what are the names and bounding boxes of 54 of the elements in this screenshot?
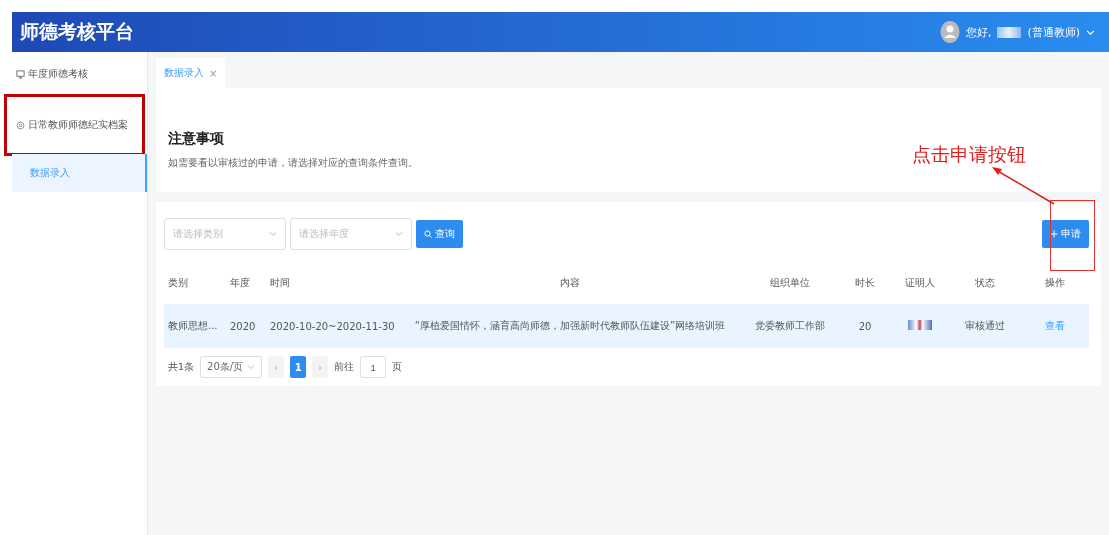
table-cell: 审核通过: [965, 319, 1005, 333]
table-cell: 20: [858, 320, 872, 332]
gear-icon: [16, 120, 25, 130]
table-cell: “厚植爱国情怀，涵育高尚师德，加强新时代教师队伍建设”网络培训班: [414, 319, 726, 333]
menu-item[interactable]: 年度师德考核: [12, 52, 147, 96]
close-icon[interactable]: ×: [209, 67, 218, 79]
column-header: 时间: [270, 276, 290, 290]
total-count: 共1条: [168, 360, 195, 374]
app-title: 师德考核平台: [20, 19, 134, 44]
page-suffix: 页: [392, 360, 403, 374]
tab-label: 数据录入: [164, 66, 204, 80]
column-header: 状态: [975, 276, 995, 290]
search-button[interactable]: 查询: [416, 220, 463, 248]
caret-icon[interactable]: [1086, 27, 1095, 37]
select-field[interactable]: 请选择年度: [290, 218, 412, 250]
caret-icon: [395, 230, 403, 238]
redacted-name: [997, 26, 1022, 38]
column-header: 年度: [230, 276, 250, 290]
arrow-icon: [990, 166, 1056, 206]
search-icon: [424, 230, 432, 238]
column-header: 操作: [1044, 276, 1065, 290]
column-header: 组织单位: [770, 276, 810, 290]
plus-icon: [1050, 230, 1058, 238]
monitor-icon: [16, 69, 25, 79]
tab[interactable]: 数据录入 ×: [156, 58, 226, 88]
goto-label: 前往: [334, 360, 355, 374]
table-row[interactable]: 教师思想... 2020 2020-10-20~2020-11-30 “厚植爱国情怀，涵育高尚师德，加强新时代教师队伍建设”网络培训班 党委教师工作部 20 审核通过 查看: [164, 304, 1089, 348]
redacted-name: [908, 320, 932, 330]
next-page-button[interactable]: ›: [312, 356, 329, 378]
column-header: 证明人: [905, 276, 935, 290]
page-size-select[interactable]: 20条/页: [200, 356, 263, 378]
page-button[interactable]: 1: [290, 356, 307, 378]
notice-title: 注意事项: [168, 130, 225, 148]
highlight-frame: [1050, 200, 1095, 271]
caret-icon: [247, 363, 256, 371]
table-cell: 党委教师工作部: [755, 319, 825, 333]
notice-text: 如需要看以审核过的申请，请选择对应的查询条件查询。: [168, 156, 419, 170]
menu-item[interactable]: 日常教师师德纪实档案: [6, 96, 143, 154]
page-input[interactable]: 1: [360, 356, 387, 378]
column-header: 类别: [168, 276, 188, 290]
table-cell: 教师思想...: [168, 319, 218, 333]
annotation-text: 点击申请按钮: [912, 143, 1026, 167]
caret-icon: [269, 230, 277, 238]
view-link[interactable]: 查看: [1044, 319, 1065, 333]
avatar-icon[interactable]: [939, 21, 960, 43]
prev-page-button[interactable]: ‹: [268, 356, 285, 378]
apply-button[interactable]: 申请: [1042, 220, 1089, 248]
column-header: 时长: [855, 276, 875, 290]
table-cell: 2020-10-20~2020-11-30: [270, 320, 395, 332]
column-header: 内容: [560, 276, 580, 290]
greeting-text: 您好,: [965, 24, 992, 40]
submenu-item[interactable]: 数据录入: [12, 154, 147, 192]
role-text: (普通教师): [1027, 24, 1080, 40]
table-cell: 2020: [230, 320, 256, 332]
